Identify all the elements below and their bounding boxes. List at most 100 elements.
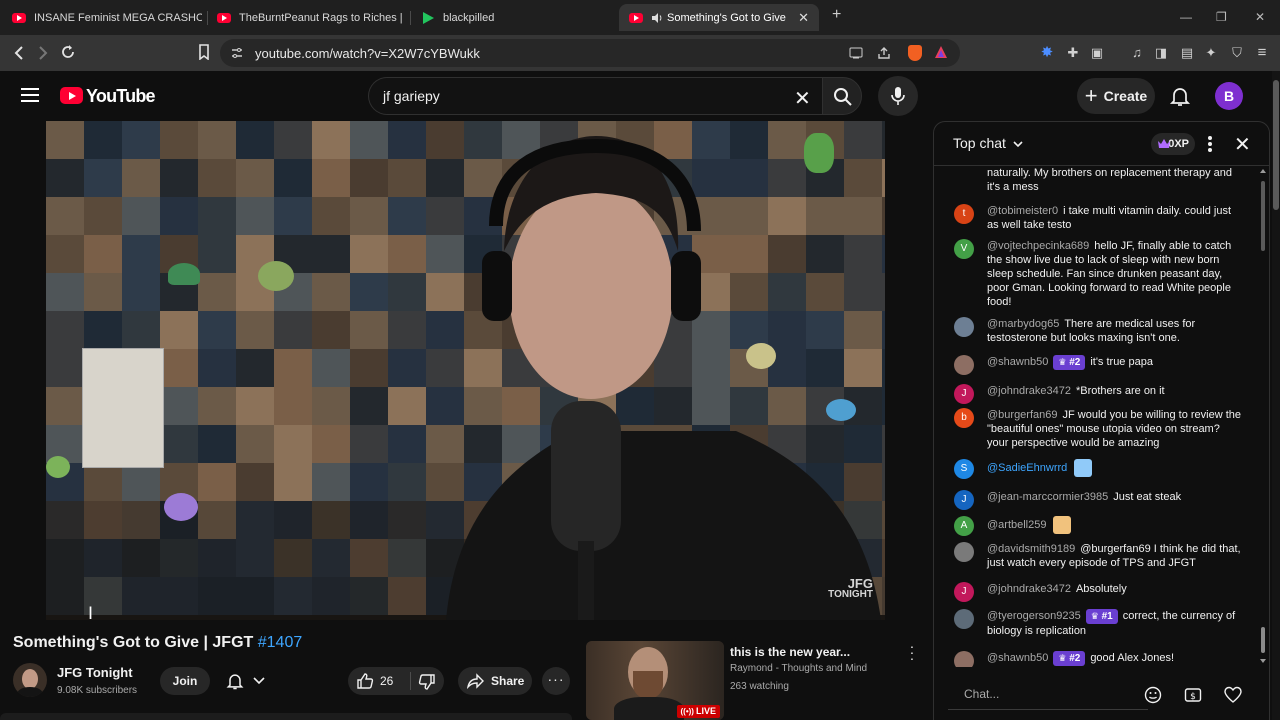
thanks-heart-icon[interactable] bbox=[1224, 686, 1242, 704]
chat-author-name[interactable]: @SadieEhnwrrd bbox=[987, 462, 1067, 474]
recommended-title[interactable]: this is the new year... bbox=[730, 645, 850, 659]
xp-badge[interactable]: 0XP bbox=[1151, 133, 1195, 155]
chat-author-name[interactable]: @shawnb50 bbox=[987, 652, 1048, 664]
back-icon[interactable] bbox=[12, 45, 26, 61]
chat-scrollbar[interactable] bbox=[1259, 167, 1267, 667]
more-actions-button[interactable]: ··· bbox=[542, 667, 570, 695]
browser-tab-active[interactable]: Something's Got to Give | JFG ✕ bbox=[619, 4, 819, 31]
chat-author-avatar[interactable] bbox=[954, 542, 974, 562]
subscription-bell-button[interactable] bbox=[221, 667, 271, 695]
page-scrollbar-thumb[interactable] bbox=[1273, 80, 1279, 210]
join-button[interactable]: Join bbox=[160, 667, 210, 695]
wall-tile bbox=[274, 425, 312, 463]
tab-divider bbox=[410, 11, 411, 25]
chat-author-name[interactable]: @shawnb50 bbox=[987, 356, 1048, 368]
chat-author-avatar[interactable]: A bbox=[954, 516, 974, 536]
channel-name[interactable]: JFG Tonight bbox=[57, 665, 133, 680]
account-avatar[interactable]: B bbox=[1215, 82, 1243, 110]
close-chat-icon[interactable]: ✕ bbox=[1234, 132, 1251, 157]
chat-input[interactable]: Chat... bbox=[948, 680, 1148, 710]
recommended-thumbnail[interactable]: ((•)) LIVE bbox=[586, 641, 724, 720]
chat-mode-dropdown[interactable]: Top chat bbox=[953, 135, 1023, 151]
search-icon bbox=[834, 88, 852, 106]
rank-badge-label: #2 bbox=[1069, 357, 1081, 368]
chat-author-avatar[interactable]: S bbox=[954, 459, 974, 479]
maximize-icon[interactable]: ❐ bbox=[1216, 10, 1227, 24]
chat-author-avatar[interactable]: J bbox=[954, 384, 974, 404]
chat-author-name[interactable]: @burgerfan69 bbox=[987, 409, 1058, 421]
chat-message: @marbydog65 There are medical uses for te… bbox=[987, 317, 1242, 345]
chat-author-avatar[interactable]: t bbox=[954, 204, 974, 224]
youtube-wordmark[interactable]: YouTube bbox=[86, 86, 156, 107]
wallet-icon[interactable]: ▤ bbox=[1179, 45, 1195, 61]
wall-tile bbox=[274, 311, 312, 349]
voice-search-button[interactable] bbox=[878, 76, 918, 116]
extension-icon[interactable]: ✸ bbox=[1039, 45, 1055, 61]
url-field[interactable]: youtube.com/watch?v=X2W7cYBWukk bbox=[220, 39, 960, 67]
like-icon[interactable] bbox=[356, 672, 374, 690]
chat-author-avatar[interactable] bbox=[954, 317, 974, 337]
chat-author-name[interactable]: @artbell259 bbox=[987, 519, 1046, 531]
dislike-icon[interactable] bbox=[418, 673, 436, 691]
clear-search-icon[interactable]: ✕ bbox=[794, 86, 811, 111]
browser-tab[interactable]: INSANE Feminist MEGA CRASHOUT bbox=[12, 4, 202, 31]
sidebar-icon[interactable]: ◨ bbox=[1153, 45, 1169, 61]
chat-author-name[interactable]: @johndrake3472 bbox=[987, 583, 1071, 595]
channel-avatar[interactable] bbox=[13, 663, 47, 697]
chat-author-name[interactable]: @davidsmith9189 bbox=[987, 543, 1075, 555]
brave-shields-icon[interactable] bbox=[908, 45, 922, 61]
chat-options-icon[interactable] bbox=[1206, 134, 1214, 154]
bookmark-icon[interactable] bbox=[198, 44, 210, 60]
notifications-bell-icon[interactable] bbox=[1168, 84, 1192, 108]
wall-tile bbox=[350, 121, 388, 159]
chat-author-avatar[interactable]: J bbox=[954, 490, 974, 510]
chat-author-avatar[interactable]: V bbox=[954, 239, 974, 259]
chat-author-name[interactable]: @tyerogerson9235 bbox=[987, 610, 1081, 622]
wall-tile bbox=[46, 159, 84, 197]
chat-author-avatar[interactable] bbox=[954, 355, 974, 375]
minimize-icon[interactable]: — bbox=[1180, 10, 1192, 24]
brave-rewards-icon[interactable] bbox=[934, 45, 948, 59]
forward-icon[interactable] bbox=[36, 45, 50, 61]
share-button[interactable]: Share bbox=[458, 667, 532, 695]
screenshot-icon[interactable]: ▣ bbox=[1089, 45, 1105, 61]
browser-menu-icon[interactable]: ≡ bbox=[1254, 45, 1270, 61]
chat-author-name[interactable]: @jean-marccormier3985 bbox=[987, 491, 1108, 503]
vpn-icon[interactable]: ⛉ bbox=[1229, 45, 1245, 61]
share-page-icon[interactable] bbox=[877, 46, 891, 60]
media-icon[interactable]: ♫ bbox=[1129, 45, 1145, 61]
wall-tile bbox=[160, 577, 198, 615]
browser-tab[interactable]: blackpilled bbox=[423, 4, 603, 31]
emoji-icon[interactable] bbox=[1144, 686, 1162, 704]
create-button[interactable]: + Create bbox=[1077, 78, 1155, 114]
super-chat-icon[interactable]: $ bbox=[1184, 686, 1202, 704]
search-button[interactable] bbox=[822, 77, 862, 115]
browser-tab[interactable]: TheBurntPeanut Rags to Riches | ARC bbox=[217, 4, 402, 31]
chat-author-name[interactable]: @tobimeister0 bbox=[987, 205, 1058, 217]
chat-author-avatar[interactable] bbox=[954, 651, 974, 667]
hamburger-menu-icon[interactable] bbox=[21, 88, 39, 102]
youtube-logo-icon[interactable] bbox=[60, 87, 83, 104]
recommended-more-icon[interactable]: · · · bbox=[906, 639, 918, 665]
video-player[interactable]: JFG TONIGHT bbox=[46, 121, 885, 620]
chat-author-avatar[interactable] bbox=[954, 609, 974, 629]
puzzle-extensions-icon[interactable]: ✚ bbox=[1065, 45, 1081, 61]
video-hashtag-link[interactable]: #1407 bbox=[258, 634, 303, 651]
search-input[interactable]: jf gariepy ✕ bbox=[368, 77, 822, 115]
site-settings-icon[interactable] bbox=[231, 47, 243, 59]
close-window-icon[interactable]: ✕ bbox=[1255, 10, 1265, 24]
leo-ai-icon[interactable]: ✦ bbox=[1203, 45, 1219, 61]
chat-author-name[interactable]: @vojtechpecinka689 bbox=[987, 240, 1089, 252]
reload-icon[interactable] bbox=[60, 44, 76, 60]
chat-author-name[interactable]: @marbydog65 bbox=[987, 318, 1059, 330]
wall-tile bbox=[84, 463, 122, 501]
chat-author-name[interactable]: @johndrake3472 bbox=[987, 385, 1071, 397]
chat-author-avatar[interactable]: b bbox=[954, 408, 974, 428]
cast-icon[interactable] bbox=[849, 47, 863, 59]
description-box-edge[interactable] bbox=[0, 713, 572, 720]
new-tab-icon[interactable]: + bbox=[832, 6, 841, 24]
recommended-channel[interactable]: Raymond - Thoughts and Mind bbox=[730, 663, 867, 674]
wall-tile bbox=[236, 501, 274, 539]
close-tab-icon[interactable]: ✕ bbox=[798, 10, 809, 26]
chat-author-avatar[interactable]: J bbox=[954, 582, 974, 602]
